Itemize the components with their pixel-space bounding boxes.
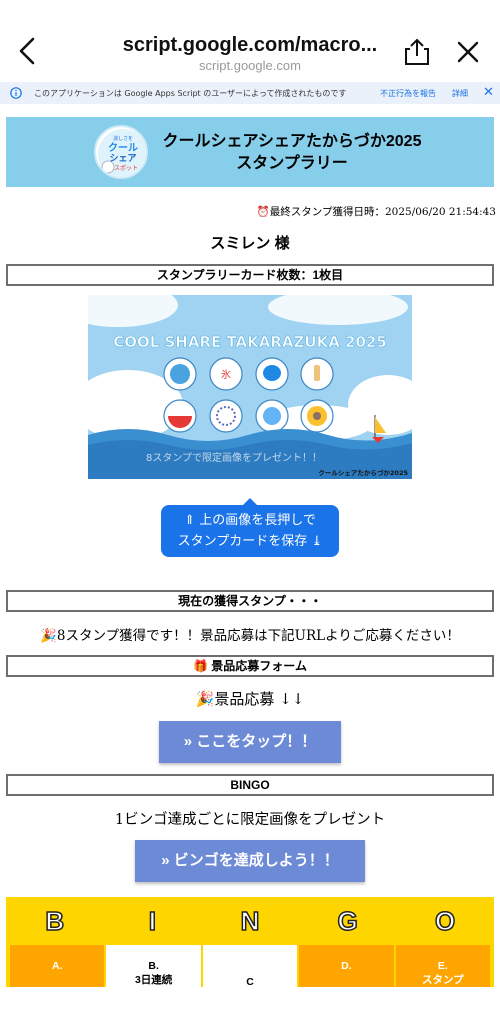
user-name: スミレン 様 xyxy=(210,235,290,252)
browser-nav-bar: script.google.com/macro... script.google… xyxy=(0,0,500,80)
stamp-message: 🎉8スタンプ獲得です！！景品応募は下記URLよりご応募ください！ xyxy=(40,628,460,644)
browser-url-title: script.google.com/macro... xyxy=(122,34,378,56)
apps-script-banner: このアプリケーションは Google Apps Script のユーザーによって… xyxy=(0,82,500,104)
share-icon[interactable] xyxy=(404,38,430,66)
double-chevron-up-icon: ⇑ xyxy=(184,513,200,528)
stamp-6 xyxy=(209,399,243,433)
close-icon[interactable] xyxy=(456,40,480,64)
page-header: 涼しさを クール シェア スポット クールシェアシェアたからづか2025 スタン… xyxy=(6,117,494,187)
bingo-letter-n: N xyxy=(240,905,260,937)
logo-text-4: スポット xyxy=(114,164,138,172)
save-card-line2: スタンプカードを保存 ⤓ xyxy=(177,534,323,549)
info-icon xyxy=(10,87,22,99)
card-title: COOL SHARE TAKARAZUKA 2025 xyxy=(113,333,387,351)
bingo-cell-b[interactable]: B. 3日連続 xyxy=(106,945,201,987)
current-stamp-label: 現在の獲得スタンプ・・・ xyxy=(6,590,494,612)
last-stamp-time: ⏰最終スタンプ獲得日時：2025/06/20 21:54:43 xyxy=(256,206,496,218)
bingo-letter-i: I xyxy=(148,905,157,937)
logo-text-2: クール xyxy=(108,142,138,154)
bingo-letters: B I N G O xyxy=(6,903,494,939)
save-card-line1: ⇑ 上の画像を長押しで xyxy=(184,513,316,528)
card-caption: 8スタンプで限定画像をプレゼント！！ xyxy=(146,451,322,464)
bingo-label: BINGO xyxy=(6,774,494,796)
download-icon: ⤓ xyxy=(307,534,323,549)
save-card-button[interactable]: ⇑ 上の画像を長押しで スタンプカードを保存 ⤓ xyxy=(161,498,339,557)
prize-text: 🎉景品応募 ↓↓ xyxy=(195,690,305,708)
logo-text-1: 涼しさを xyxy=(113,135,133,142)
details-link[interactable]: 詳細 xyxy=(452,88,468,99)
bingo-cell-a[interactable]: A. xyxy=(10,945,105,987)
prize-form-label: 🎁 景品応募フォーム xyxy=(6,655,494,677)
stamp-card-image: COOL SHARE TAKARAZUKA 2025 氷 8スタンプで限定画像を… xyxy=(88,295,412,479)
svg-text:氷: 氷 xyxy=(221,368,231,381)
logo-text-3: シェア xyxy=(109,153,136,164)
bingo-board: B I N G O A. B. 3日連続 C D. E. スタンプ xyxy=(6,897,494,987)
back-arrow-icon[interactable] xyxy=(14,36,42,66)
browser-url-domain: script.google.com xyxy=(199,58,301,73)
event-logo: 涼しさを クール シェア スポット xyxy=(94,125,148,179)
apps-script-notice: このアプリケーションは Google Apps Script のユーザーによって… xyxy=(34,89,347,98)
card-count-label: スタンプラリーカード枚数：1枚目 xyxy=(6,264,494,286)
bingo-letter-b: B xyxy=(45,905,65,937)
report-abuse-link[interactable]: 不正行為を報告 xyxy=(380,88,436,99)
card-brand: クールシェアたからづか2025 xyxy=(318,468,408,477)
bingo-button[interactable]: » ビンゴを達成しよう！！ xyxy=(135,840,365,882)
bingo-cell-e[interactable]: E. スタンプ xyxy=(395,945,491,987)
page-title-line2: スタンプラリー xyxy=(236,155,348,172)
prize-tap-button[interactable]: » ここをタップ！！ xyxy=(159,721,341,763)
bingo-letter-g: G xyxy=(337,905,359,937)
bingo-row-1: A. B. 3日連続 C D. E. スタンプ xyxy=(10,945,491,987)
bingo-cell-c[interactable]: C xyxy=(202,945,298,987)
bingo-cell-d[interactable]: D. xyxy=(299,945,394,987)
page-title-line1: クールシェアシェアたからづか2025 xyxy=(162,133,422,150)
bingo-letter-o: O xyxy=(434,905,456,937)
banner-close-icon[interactable]: ✕ xyxy=(483,86,494,99)
bingo-description: 1ビンゴ達成ごとに限定画像をプレゼント xyxy=(114,812,386,828)
page-title: クールシェアシェアたからづか2025 スタンプラリー xyxy=(142,131,442,175)
